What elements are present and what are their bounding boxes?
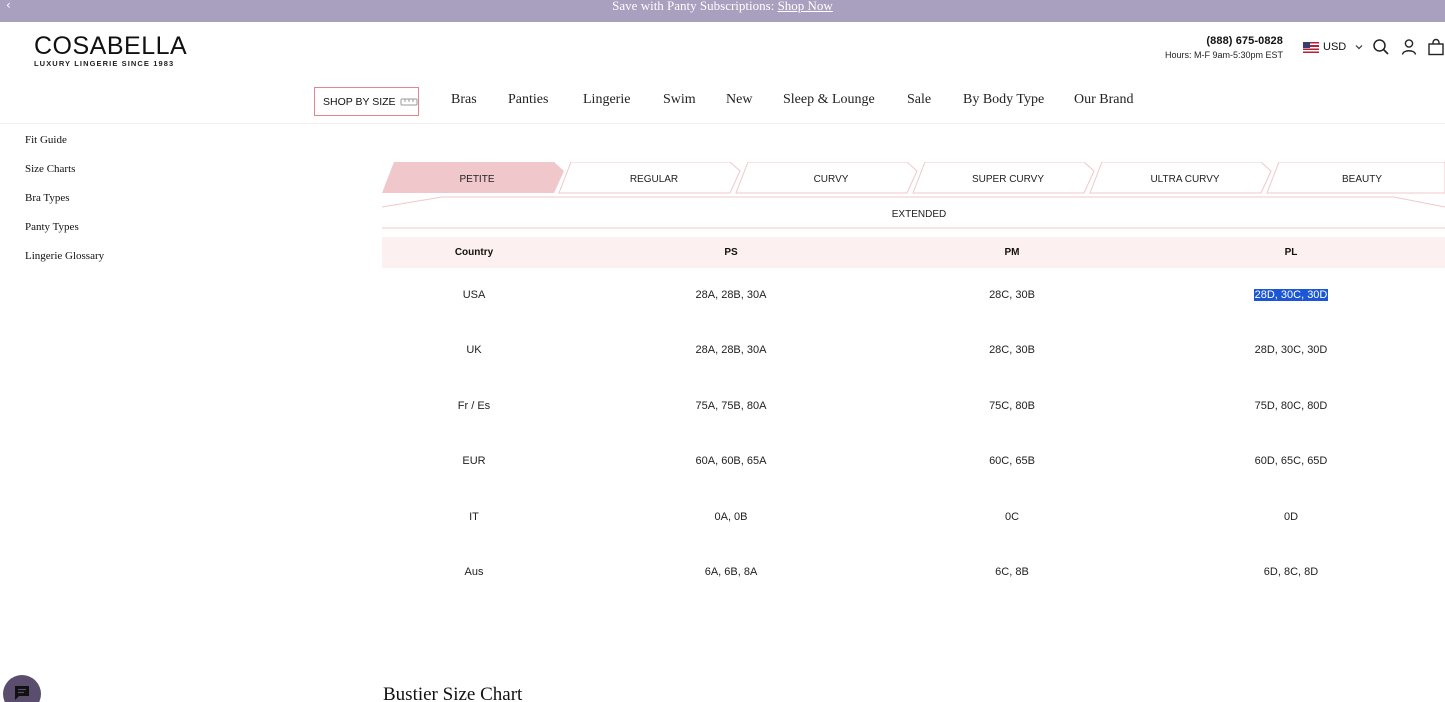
sidebar-item-bra-types[interactable]: Bra Types [25,192,104,221]
contact-info: (888) 675-0828 Hours: M-F 9am-5:30pm EST [1165,35,1283,60]
column-header-pl: PL [1284,247,1298,258]
logo[interactable]: COSABELLA LUXURY LINGERIE SINCE 1983 [34,33,187,68]
table-cell: 0C [1004,511,1020,523]
sidebar: Fit Guide Size Charts Bra Types Panty Ty… [25,134,104,279]
sidebar-item-fit-guide[interactable]: Fit Guide [25,134,104,163]
tab-petite[interactable]: PETITE [417,174,537,185]
chevron-left-icon[interactable]: ‹ [6,0,11,11]
tab-extended-label: EXTENDED [891,209,947,220]
chat-icon [15,686,29,700]
table-cell: 60A, 60B, 65A [695,455,767,467]
nav-item-our-brand[interactable]: Our Brand [1074,92,1134,108]
ruler-icon [400,98,418,105]
table-row: Aus 6A, 6B, 8A 6C, 8B 6D, 8C, 8D [382,564,1445,584]
tab-super-curvy[interactable]: SUPER CURVY [948,174,1068,185]
table-cell: 6C, 8B [995,566,1029,578]
table-cell: 28C, 30B [989,344,1035,356]
size-tabs: PETITE REGULAR CURVY SUPER CURVY ULTRA C… [382,162,1445,194]
table-cell: 28C, 30B [989,289,1035,301]
table-cell: 75C, 80B [989,400,1035,412]
selected-text: 28D, 30C, 30D [1253,289,1329,301]
sidebar-item-size-charts[interactable]: Size Charts [25,163,104,192]
promo-bar: ‹ Save with Panty Subscriptions: Shop No… [0,0,1445,22]
business-hours: Hours: M-F 9am-5:30pm EST [1164,50,1283,60]
table-row: IT 0A, 0B 0C 0D [382,509,1445,529]
table-cell: 6D, 8C, 8D [1263,566,1319,578]
table-cell: 28A, 28B, 30A [695,344,767,356]
nav-item-sleep-lounge[interactable]: Sleep & Lounge [783,92,875,108]
size-table-header: Country PS PM PL [382,237,1445,268]
logo-name: COSABELLA [34,32,188,60]
account-icon[interactable] [1400,38,1418,56]
table-cell: EUR [462,455,486,467]
nav-item-panties[interactable]: Panties [508,92,548,108]
nav-divider [0,123,1445,124]
table-cell: 28D, 30C, 30D [1254,344,1328,356]
shop-by-size-label: SHOP BY SIZE [323,95,396,108]
table-cell-selected: 28D, 30C, 30D [1191,289,1391,301]
nav-item-new[interactable]: New [726,92,752,108]
column-header-ps: PS [724,247,738,258]
table-cell: 6A, 6B, 8A [704,566,758,578]
table-cell: 75D, 80C, 80D [1254,400,1328,412]
tab-shapes [382,162,1445,194]
table-row: USA 28A, 28B, 30A 28C, 30B 28D, 30C, 30D [382,287,1445,307]
nav-item-bras[interactable]: Bras [451,92,477,108]
phone-number[interactable]: (888) 675-0828 [1165,35,1283,47]
sidebar-item-lingerie-glossary[interactable]: Lingerie Glossary [25,250,104,279]
table-row: UK 28A, 28B, 30A 28C, 30B 28D, 30C, 30D [382,342,1445,362]
tab-beauty[interactable]: BEAUTY [1302,174,1422,185]
logo-tagline: LUXURY LINGERIE SINCE 1983 [34,59,175,68]
nav-item-by-body-type[interactable]: By Body Type [963,92,1044,108]
promo-shop-now-link[interactable]: Shop Now [778,0,833,13]
table-row: EUR 60A, 60B, 65A 60C, 65B 60D, 65C, 65D [382,453,1445,473]
table-cell: 28A, 28B, 30A [695,289,767,301]
table-cell: Aus [464,566,484,578]
bag-icon[interactable] [1427,38,1445,56]
column-header-pm: PM [1004,247,1020,258]
table-cell: 0D [1283,511,1299,523]
table-cell: UK [466,344,482,356]
nav-item-lingerie[interactable]: Lingerie [583,92,630,108]
table-cell: 0A, 0B [714,511,748,523]
nav-item-swim[interactable]: Swim [663,92,696,108]
chat-button[interactable] [3,675,41,702]
table-cell: 60C, 65B [989,455,1035,467]
promo-text: Save with Panty Subscriptions: [612,0,775,13]
shop-by-size-button[interactable]: SHOP BY SIZE [314,87,419,116]
table-cell: Fr / Es [457,400,491,412]
table-cell: 75A, 75B, 80A [695,400,767,412]
flag-icon [1303,41,1319,53]
table-cell: 60D, 65C, 65D [1254,455,1328,467]
nav-item-sale[interactable]: Sale [907,92,931,108]
table-cell: USA [462,289,486,301]
chevron-down-icon [1355,45,1363,50]
table-cell: IT [469,511,479,523]
tab-ultra-curvy[interactable]: ULTRA CURVY [1125,174,1245,185]
table-row: Fr / Es 75A, 75B, 80A 75C, 80B 75D, 80C,… [382,398,1445,418]
currency-selector[interactable]: USD [1303,41,1364,53]
tab-extended[interactable]: EXTENDED [382,195,1445,229]
search-icon[interactable] [1372,38,1390,56]
sidebar-item-panty-types[interactable]: Panty Types [25,221,104,250]
tab-curvy[interactable]: CURVY [771,174,891,185]
section-title: Bustier Size Chart [383,684,523,702]
main-nav: SHOP BY SIZE Bras Panties Lingerie Swim … [0,87,1445,117]
column-header-country: Country [454,247,494,258]
tab-regular[interactable]: REGULAR [594,174,714,185]
currency-label: USD [1323,41,1347,53]
